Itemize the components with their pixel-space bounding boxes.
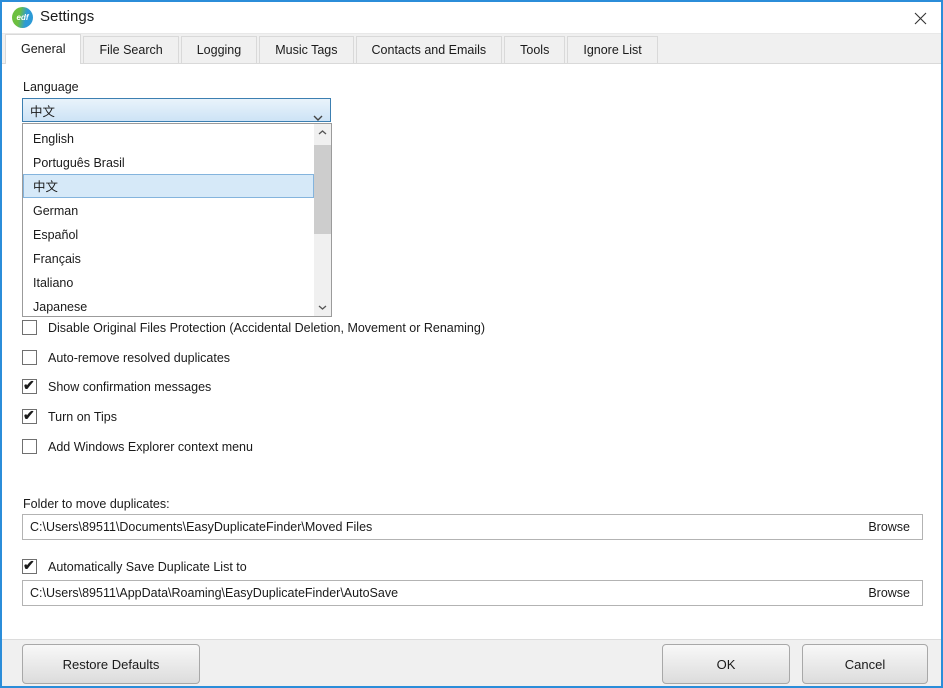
language-options: English Português Brasil 中文 German Españ… (23, 126, 314, 318)
checkbox-icon: ✔ (22, 409, 37, 424)
option-italiano[interactable]: Italiano (23, 270, 314, 294)
tab-ignore-list[interactable]: Ignore List (567, 36, 657, 63)
checkbox-label: Automatically Save Duplicate List to (48, 560, 247, 574)
checkbox-explorer-context-menu[interactable]: ✔ Add Windows Explorer context menu (22, 439, 253, 454)
scroll-down-icon[interactable] (314, 299, 331, 316)
title-bar: edf Settings (2, 2, 941, 33)
checkbox-label: Show confirmation messages (48, 380, 211, 394)
checkbox-show-confirmation[interactable]: ✔ Show confirmation messages (22, 379, 211, 394)
move-folder-field[interactable]: C:\Users\89511\Documents\EasyDuplicateFi… (22, 514, 923, 540)
ok-button[interactable]: OK (662, 644, 790, 684)
browse-autosave-folder-button[interactable]: Browse (856, 586, 922, 600)
tab-file-search[interactable]: File Search (83, 36, 178, 63)
scroll-up-icon[interactable] (314, 124, 331, 141)
checkbox-icon: ✔ (22, 379, 37, 394)
tab-bar: General File Search Logging Music Tags C… (2, 33, 941, 64)
language-label: Language (23, 80, 79, 94)
general-tab-panel: Language 中文 English Português Brasil 中文 … (2, 65, 941, 639)
tab-general[interactable]: General (5, 34, 81, 64)
checkbox-label: Add Windows Explorer context menu (48, 440, 253, 454)
dialog-footer: Restore Defaults OK Cancel (2, 639, 941, 688)
language-select[interactable]: 中文 (22, 98, 331, 122)
checkbox-icon: ✔ (22, 559, 37, 574)
checkbox-icon: ✔ (22, 439, 37, 454)
checkbox-label: Auto-remove resolved duplicates (48, 351, 230, 365)
autosave-folder-path: C:\Users\89511\AppData\Roaming\EasyDupli… (23, 586, 856, 600)
checkbox-autosave-duplicate-list[interactable]: ✔ Automatically Save Duplicate List to (22, 559, 247, 574)
move-folder-path: C:\Users\89511\Documents\EasyDuplicateFi… (23, 520, 856, 534)
checkbox-icon: ✔ (22, 320, 37, 335)
checkbox-icon: ✔ (22, 350, 37, 365)
checkbox-label: Turn on Tips (48, 410, 117, 424)
tab-contacts-emails[interactable]: Contacts and Emails (356, 36, 503, 63)
settings-window: edf Settings General File Search Logging… (0, 0, 943, 688)
scrollbar-thumb[interactable] (314, 145, 331, 234)
move-folder-label: Folder to move duplicates: (23, 497, 170, 511)
option-english[interactable]: English (23, 126, 314, 150)
tab-tools[interactable]: Tools (504, 36, 565, 63)
tab-music-tags[interactable]: Music Tags (259, 36, 353, 63)
checkbox-disable-protection[interactable]: ✔ Disable Original Files Protection (Acc… (22, 320, 485, 335)
checkbox-turn-on-tips[interactable]: ✔ Turn on Tips (22, 409, 117, 424)
cancel-button[interactable]: Cancel (802, 644, 928, 684)
option-francais[interactable]: Français (23, 246, 314, 270)
option-german[interactable]: German (23, 198, 314, 222)
restore-defaults-button[interactable]: Restore Defaults (22, 644, 200, 684)
autosave-folder-field[interactable]: C:\Users\89511\AppData\Roaming\EasyDupli… (22, 580, 923, 606)
app-logo-icon: edf (12, 7, 33, 28)
option-portugues-brasil[interactable]: Português Brasil (23, 150, 314, 174)
tab-logging[interactable]: Logging (181, 36, 258, 63)
language-dropdown-list: English Português Brasil 中文 German Españ… (22, 123, 332, 317)
close-icon[interactable] (911, 9, 929, 27)
option-espanol[interactable]: Español (23, 222, 314, 246)
language-selected-value: 中文 (23, 101, 55, 120)
checkbox-label: Disable Original Files Protection (Accid… (48, 321, 485, 335)
browse-move-folder-button[interactable]: Browse (856, 520, 922, 534)
window-title: Settings (40, 8, 94, 25)
option-chinese[interactable]: 中文 (23, 174, 314, 198)
dropdown-scrollbar[interactable] (314, 124, 331, 316)
checkbox-auto-remove[interactable]: ✔ Auto-remove resolved duplicates (22, 350, 230, 365)
option-japanese[interactable]: Japanese (23, 294, 314, 318)
